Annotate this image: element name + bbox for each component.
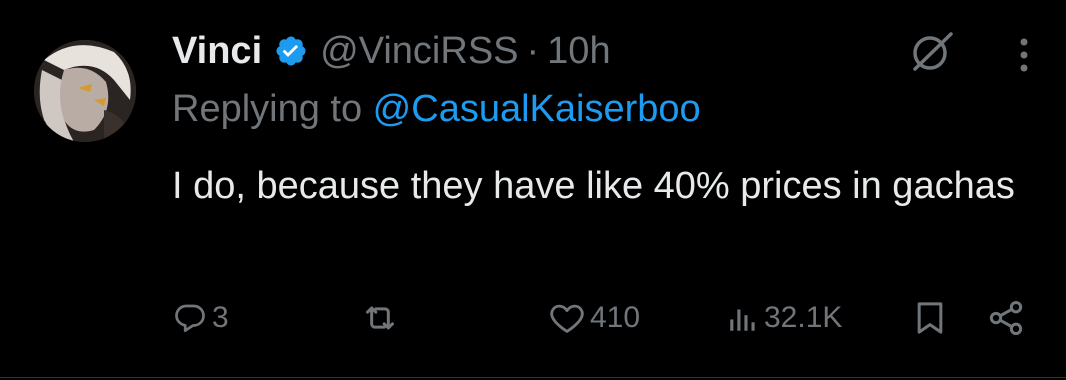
views-button[interactable]: 32.1K bbox=[726, 296, 842, 340]
reply-count: 3 bbox=[212, 301, 229, 334]
user-handle[interactable]: @VinciRSS bbox=[320, 30, 518, 73]
tweet[interactable]: Vinci @VinciRSS · 10h Replying to @Casua… bbox=[0, 0, 1066, 380]
reply-button[interactable]: 3 bbox=[172, 296, 229, 340]
like-button[interactable]: 410 bbox=[548, 296, 640, 340]
display-name[interactable]: Vinci bbox=[172, 30, 262, 73]
bookmark-button[interactable] bbox=[910, 296, 950, 340]
tweet-header: Vinci @VinciRSS · 10h bbox=[172, 26, 611, 76]
reply-icon bbox=[172, 300, 208, 336]
action-bar: 3 410 32.1K bbox=[0, 296, 1066, 340]
replying-to: Replying to @CasualKaiserboo bbox=[172, 88, 701, 131]
views-icon bbox=[726, 301, 760, 335]
tweet-text: I do, because they have like 40% prices … bbox=[172, 165, 1015, 207]
timestamp[interactable]: 10h bbox=[547, 30, 610, 73]
more-options-icon[interactable] bbox=[1014, 36, 1034, 76]
views-count: 32.1K bbox=[764, 301, 843, 334]
share-icon bbox=[986, 298, 1026, 338]
replying-to-label: Replying to bbox=[172, 88, 373, 130]
bookmark-icon bbox=[910, 298, 950, 338]
heart-icon bbox=[548, 299, 586, 337]
header-separator: · bbox=[526, 29, 540, 72]
share-button[interactable] bbox=[986, 296, 1026, 340]
verified-badge-icon[interactable] bbox=[274, 34, 308, 68]
avatar[interactable] bbox=[34, 40, 136, 142]
retweet-button[interactable] bbox=[360, 296, 404, 340]
like-count: 410 bbox=[590, 301, 641, 334]
divider bbox=[0, 377, 1066, 378]
grok-icon[interactable] bbox=[907, 26, 957, 76]
retweet-icon bbox=[360, 298, 400, 338]
reply-target-link[interactable]: @CasualKaiserboo bbox=[373, 88, 701, 130]
